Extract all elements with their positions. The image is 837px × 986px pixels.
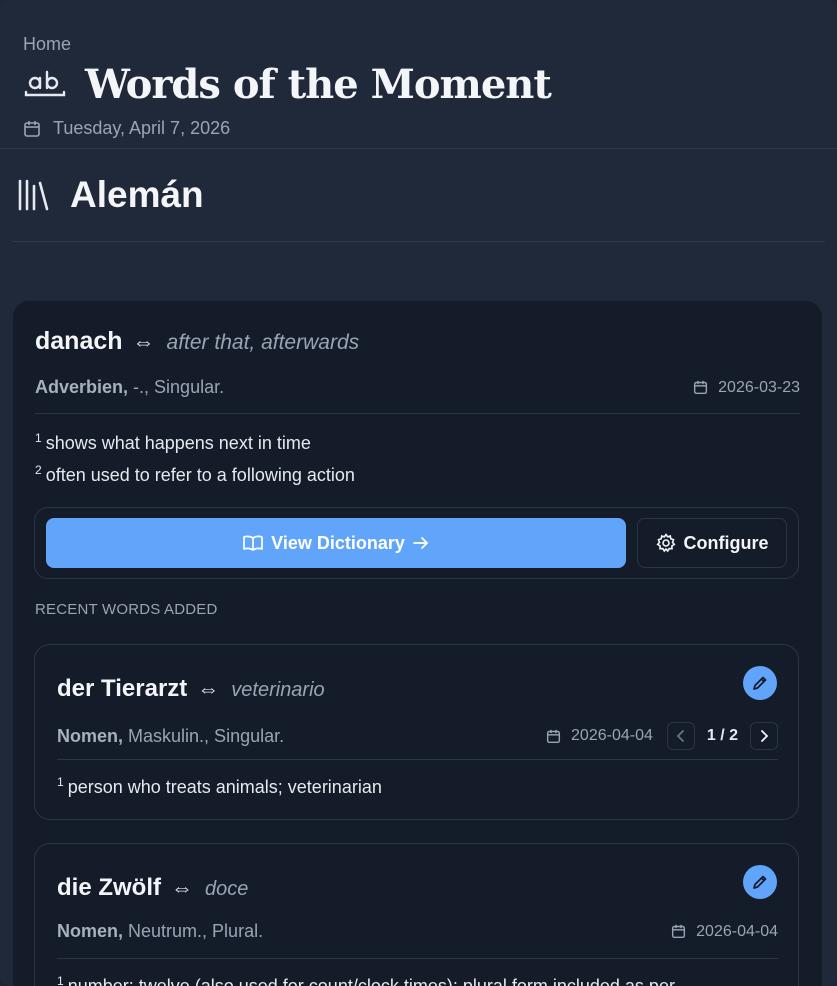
edit-word-button[interactable] bbox=[743, 865, 777, 899]
definition-item: 2 often used to refer to a following acti… bbox=[35, 457, 355, 489]
word-translation: after that, afterwards bbox=[166, 331, 360, 354]
prev-page-button[interactable] bbox=[666, 722, 695, 750]
next-page-button[interactable] bbox=[750, 722, 778, 750]
configure-button[interactable]: Configure bbox=[637, 518, 787, 568]
language-section-header: Alemán bbox=[12, 149, 825, 242]
word-text: die Zwölf bbox=[57, 874, 161, 901]
word-grammar: Nomen, Neutrum., Plural. bbox=[57, 921, 263, 942]
calendar-icon bbox=[546, 729, 561, 743]
recent-words-label: RECENT WORDS ADDED bbox=[35, 601, 218, 618]
definition-number: 1 bbox=[35, 431, 42, 445]
definition-list: 1 person who treats animals; veterinarian bbox=[57, 769, 382, 801]
arrow-right-icon bbox=[412, 537, 429, 549]
word-text: der Tierarzt bbox=[57, 675, 188, 702]
part-of-speech: Nomen, bbox=[57, 921, 124, 941]
definition-text: person who treats animals; veterinarian bbox=[67, 777, 382, 797]
definition-number: 2 bbox=[35, 463, 42, 477]
part-of-speech: Nomen, bbox=[57, 725, 124, 746]
word-date-text: 2026-03-23 bbox=[718, 378, 800, 396]
calendar-icon bbox=[672, 924, 686, 939]
language-title: Alemán bbox=[70, 174, 204, 215]
library-icon bbox=[18, 179, 49, 211]
definition-item: 1 shows what happens next in time bbox=[35, 425, 355, 457]
calendar-icon bbox=[694, 380, 708, 395]
definition-item: 1 person who treats animals; veterinarian bbox=[57, 769, 382, 801]
word-row: der Tierarzt ⇔ veterinario bbox=[57, 675, 325, 703]
title-row: Words of the Moment bbox=[23, 61, 814, 108]
word-date-text: 2026-04-04 bbox=[571, 727, 653, 744]
action-bar: View Dictionary Configure bbox=[34, 507, 799, 579]
word-card: danach ⇔ after that, afterwards Adverbie… bbox=[13, 301, 822, 986]
definition-text: number: twelve (also used for count/cloc… bbox=[67, 976, 675, 986]
word-attributes: Neutrum., Plural. bbox=[128, 921, 264, 941]
divider bbox=[57, 958, 778, 959]
view-dictionary-label: View Dictionary bbox=[271, 532, 405, 553]
definition-list: 1 shows what happens next in time 2 often … bbox=[35, 425, 355, 489]
meta-right: 2026-04-04 1 / 2 bbox=[546, 722, 778, 750]
part-of-speech: Adverbien, bbox=[35, 377, 129, 397]
word-meta: Adverbien, -., Singular. 2026-03-23 bbox=[35, 377, 800, 398]
definition-text: often used to refer to a following actio… bbox=[45, 465, 355, 485]
chevron-right-icon bbox=[761, 730, 769, 742]
word-attributes: -., Singular. bbox=[133, 377, 225, 397]
configure-label: Configure bbox=[683, 532, 769, 553]
word-date-text: 2026-04-04 bbox=[696, 922, 778, 940]
bidirectional-arrow-icon: ⇔ bbox=[171, 875, 193, 900]
pencil-icon bbox=[753, 875, 767, 889]
app-window: Home Words of the Moment Tuesday, April … bbox=[0, 0, 837, 986]
divider bbox=[57, 759, 778, 760]
view-dictionary-button[interactable]: View Dictionary bbox=[46, 518, 626, 568]
word-grammar: Nomen, Maskulin., Singular. bbox=[57, 726, 284, 747]
definition-number: 1 bbox=[57, 775, 64, 789]
word-date: 2026-03-23 bbox=[693, 379, 800, 397]
word-row: die Zwölf ⇔ doce bbox=[57, 874, 248, 902]
word-date: 2026-04-04 bbox=[546, 727, 653, 745]
pager-text: 1 / 2 bbox=[706, 727, 738, 744]
page-header: Home Words of the Moment Tuesday, April … bbox=[0, 0, 837, 149]
breadcrumb-home[interactable]: Home bbox=[23, 34, 814, 55]
bidirectional-arrow-icon: ⇔ bbox=[132, 329, 155, 354]
book-open-icon bbox=[243, 535, 263, 551]
word-meta: Nomen, Maskulin., Singular. 2026-04-04 1… bbox=[57, 722, 778, 750]
word-text: danach bbox=[35, 327, 123, 355]
calendar-icon bbox=[24, 120, 40, 137]
divider bbox=[35, 413, 800, 414]
definition-list: 1 number: twelve (also used for count/clo… bbox=[57, 968, 675, 986]
definition-pager: 1 / 2 bbox=[666, 722, 778, 750]
recent-word-card: die Zwölf ⇔ doce Nomen, Neutrum., Plural… bbox=[34, 843, 799, 986]
definition-text: shows what happens next in time bbox=[45, 433, 311, 453]
word-meta: Nomen, Neutrum., Plural. 2026-04-04 bbox=[57, 921, 778, 942]
pencil-icon bbox=[753, 676, 767, 690]
definition-item: 1 number: twelve (also used for count/clo… bbox=[57, 968, 675, 986]
date-row: Tuesday, April 7, 2026 bbox=[23, 118, 814, 139]
word-date: 2026-04-04 bbox=[671, 923, 778, 941]
page-title: Words of the Moment bbox=[85, 61, 552, 108]
definition-number: 1 bbox=[57, 974, 64, 986]
edit-word-button[interactable] bbox=[743, 666, 777, 700]
ab-text-icon bbox=[24, 70, 66, 96]
gear-icon bbox=[655, 533, 676, 553]
word-attributes: Maskulin., Singular. bbox=[128, 725, 285, 746]
bidirectional-arrow-icon: ⇔ bbox=[197, 676, 220, 701]
word-translation: veterinario bbox=[231, 679, 325, 701]
current-date: Tuesday, April 7, 2026 bbox=[53, 118, 231, 138]
word-translation: doce bbox=[205, 878, 249, 900]
chevron-left-icon bbox=[676, 730, 684, 742]
word-row: danach ⇔ after that, afterwards bbox=[35, 327, 359, 356]
word-grammar: Adverbien, -., Singular. bbox=[35, 377, 224, 398]
recent-word-card: der Tierarzt ⇔ veterinario Nomen, Maskul… bbox=[34, 644, 799, 820]
